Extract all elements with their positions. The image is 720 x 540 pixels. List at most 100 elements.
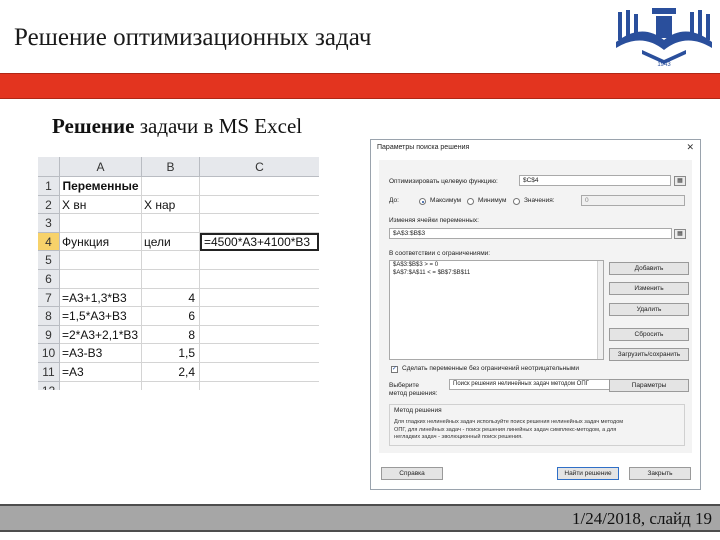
radio-max-label: Максимум [430,197,462,204]
cell-a[interactable]: Переменные [60,177,142,196]
nonneg-checkbox[interactable]: ✓ [391,366,398,373]
changing-cells-input[interactable]: $A$3:$B$3 [389,228,672,239]
corner-cell[interactable] [38,157,60,177]
cell-c[interactable] [200,363,319,382]
table-row: 4 Функция цели =4500*A3+4100*B3 [38,232,319,252]
cell-b[interactable] [142,270,200,289]
method-select[interactable]: Поиск решения нелинейных задач методом О… [449,379,617,390]
delete-button[interactable]: Удалить [609,303,689,316]
cell-c[interactable] [200,344,319,363]
value-input[interactable]: 0 [581,195,685,206]
cell-a[interactable] [60,381,142,390]
cell-c[interactable]: =4500*A3+4100*B3 [200,232,319,252]
cell-a[interactable]: Функция [60,232,142,252]
column-header-row: A B C [38,157,319,177]
method-label-2: метод решения: [389,390,438,397]
cell-b[interactable]: 1,5 [142,344,200,363]
cell-b[interactable] [142,251,200,270]
table-row: 2X вн X нар [38,195,319,215]
row-number[interactable]: 2 [38,195,60,215]
footer-date-slide: 1/24/2018, слайд 19 [571,509,712,528]
help-button[interactable]: Справка [381,467,443,480]
row-number[interactable]: 5 [38,251,60,270]
column-header-b[interactable]: B [142,157,200,177]
cell-b[interactable] [142,177,200,196]
radio-min[interactable] [467,198,474,205]
cell-a[interactable]: =A3 [60,363,142,382]
cell-c[interactable] [200,289,319,308]
nonneg-label: Сделать переменные без ограничений неотр… [402,365,579,372]
row-number[interactable]: 8 [38,307,60,326]
reset-button[interactable]: Сбросить [609,328,689,341]
cell-a[interactable]: =2*A3+2,1*B3 [60,325,142,345]
change-button[interactable]: Изменить [609,282,689,295]
cell-c[interactable] [200,251,319,270]
logo-year: 1943 [657,62,671,68]
solver-dialog: Параметры поиска решения ✕ Оптимизироват… [370,139,701,490]
cell-c[interactable] [200,177,319,196]
cell-c[interactable] [200,382,319,390]
solver-panel: Оптимизировать целевую функцию: $C$4 ▦ Д… [379,160,692,453]
row-number[interactable]: 4 [38,232,60,252]
objective-input[interactable]: $C$4 [519,175,671,186]
cell-a[interactable]: =A3-B3 [60,344,142,363]
load-save-button[interactable]: Загрузить/сохранить [609,348,689,361]
method-desc-line: негладких задач - эволюционный поиск реш… [394,434,523,440]
add-button[interactable]: Добавить [609,262,689,275]
cell-b[interactable] [142,381,200,390]
cell-a[interactable] [60,270,142,289]
cell-b[interactable]: 2,4 [142,363,200,382]
method-description: Для гладких нелинейных задач используйте… [394,419,623,442]
cell-c[interactable] [200,196,319,215]
row-number[interactable]: 6 [38,270,60,289]
cell-a[interactable] [60,251,142,270]
range-picker-icon-2[interactable]: ▦ [674,229,686,239]
close-button[interactable]: Закрыть [629,467,691,480]
cell-c[interactable] [200,326,319,345]
objective-label: Оптимизировать целевую функцию: [389,178,498,185]
table-row: 5 [38,251,319,270]
cell-b[interactable]: цели [142,232,200,252]
method-desc-line: Для гладких нелинейных задач используйте… [394,419,624,425]
range-picker-icon[interactable]: ▦ [674,176,686,186]
cell-b[interactable] [142,214,200,233]
row-number[interactable]: 9 [38,325,60,345]
cell-c[interactable] [200,214,319,233]
solve-button[interactable]: Найти решение [557,467,619,480]
constraints-scrollbar[interactable] [597,261,603,359]
cell-b[interactable]: X нар [142,195,200,215]
radio-min-label: Минимум [478,197,507,204]
radio-max[interactable] [419,198,426,205]
constraints-list[interactable]: $A$3:$B$3 > = 0 $A$7:$A$11 < = $B$7:$B$1… [389,260,604,360]
parameters-button[interactable]: Параметры [609,379,689,392]
cell-c[interactable] [200,270,319,289]
cell-c[interactable] [200,307,319,326]
row-number[interactable]: 3 [38,214,60,233]
table-row: 9 =2*A3+2,1*B3 8 [38,325,319,345]
cell-b[interactable]: 8 [142,325,200,345]
cell-a[interactable]: X вн [60,195,142,215]
column-header-a[interactable]: A [60,157,142,177]
footer-bar: 1/24/2018, слайд 19 [0,504,720,532]
cell-b[interactable]: 4 [142,288,200,308]
method-group-title: Метод решения [394,407,442,414]
cell-a[interactable]: =A3+1,3*B3 [60,288,142,308]
row-number[interactable]: 11 [38,363,60,382]
cell-a[interactable] [60,214,142,233]
cell-a[interactable]: =1,5*A3+B3 [60,307,142,326]
row-number[interactable]: 10 [38,344,60,363]
subtitle-bold: Решение [52,114,135,138]
radio-value[interactable] [513,198,520,205]
table-row: 1 Переменные [38,177,319,196]
close-icon[interactable]: ✕ [686,142,694,153]
cell-b[interactable]: 6 [142,307,200,326]
slide-title: Решение оптимизационных задач [14,24,372,51]
column-header-c[interactable]: C [200,157,319,177]
constraint-item[interactable]: $A$7:$A$11 < = $B$7:$B$11 [390,269,603,277]
table-row: 12 [38,381,319,390]
row-number[interactable]: 12 [38,381,60,390]
constraint-item[interactable]: $A$3:$B$3 > = 0 [390,261,603,269]
accent-bar [0,73,720,99]
row-number[interactable]: 1 [38,177,60,196]
row-number[interactable]: 7 [38,288,60,308]
